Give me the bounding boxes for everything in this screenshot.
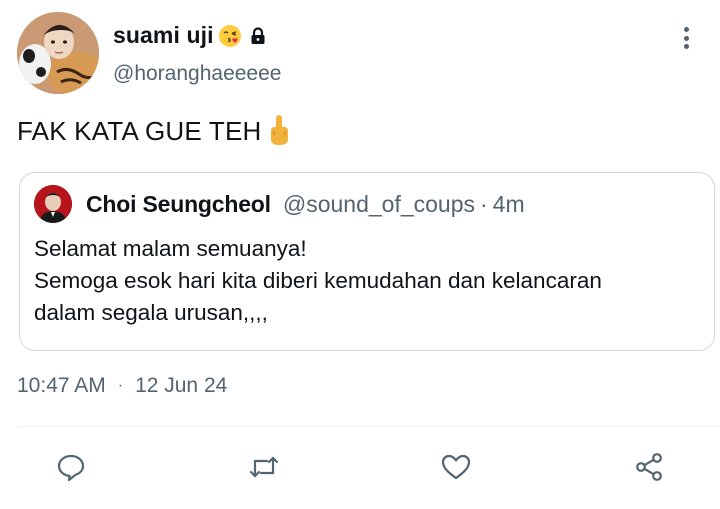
- display-name-text: suami uji: [113, 22, 214, 48]
- like-button[interactable]: [438, 449, 474, 485]
- share-icon: [636, 453, 662, 481]
- retweet-button[interactable]: [246, 449, 282, 485]
- quoted-handle[interactable]: @sound_of_coups: [283, 191, 475, 218]
- avatar-photo: [17, 12, 99, 94]
- quoted-display-name[interactable]: Choi Seungcheol: [86, 191, 271, 218]
- middle-finger-icon: [270, 114, 288, 145]
- quoted-time[interactable]: 4m: [493, 191, 525, 218]
- quoted-text-line: dalam segala urusan,,,,: [34, 300, 268, 325]
- tweet-time[interactable]: 10:47 AM: [17, 374, 106, 398]
- tweet-text: FAK KATA GUE TEH: [17, 114, 290, 147]
- quoted-text: Selamat malam semuanya! Semoga esok hari…: [34, 233, 694, 329]
- tweet-meta: 10:47 AM · 12 Jun 24: [17, 374, 227, 398]
- quoted-header: Choi Seungcheol @sound_of_coups · 4m: [86, 191, 525, 218]
- tweet-text-content: FAK KATA GUE TEH: [17, 116, 262, 146]
- tweet: suami uji @horanghaeeeee FAK KATA GUE TE…: [0, 0, 720, 509]
- quoted-separator: ·: [480, 191, 488, 217]
- reply-button[interactable]: [53, 449, 89, 485]
- more-dot: [683, 27, 689, 32]
- more-dot: [683, 44, 689, 49]
- tweet-date[interactable]: 12 Jun 24: [135, 374, 227, 398]
- retweet-icon: [249, 456, 279, 478]
- meta-separator: ·: [117, 377, 124, 394]
- author-display-name[interactable]: suami uji: [113, 22, 268, 49]
- quoted-text-line: Semoga esok hari kita diberi kemudahan d…: [34, 268, 602, 293]
- quoted-tweet[interactable]: Choi Seungcheol @sound_of_coups · 4m Sel…: [19, 172, 715, 351]
- divider: [17, 426, 720, 427]
- quoted-avatar-photo: [34, 185, 72, 223]
- more-dot: [683, 35, 689, 41]
- heart-icon: [441, 454, 471, 480]
- more-options-button[interactable]: [674, 24, 698, 52]
- quoted-text-line: Selamat malam semuanya!: [34, 236, 307, 261]
- lock-icon: [251, 26, 265, 44]
- author-avatar[interactable]: [17, 12, 99, 94]
- reply-icon: [57, 454, 85, 482]
- share-button[interactable]: [631, 449, 667, 485]
- author-handle[interactable]: @horanghaeeeee: [113, 62, 281, 86]
- quoted-author-avatar[interactable]: [34, 185, 72, 223]
- kissing-face-icon: [218, 24, 241, 47]
